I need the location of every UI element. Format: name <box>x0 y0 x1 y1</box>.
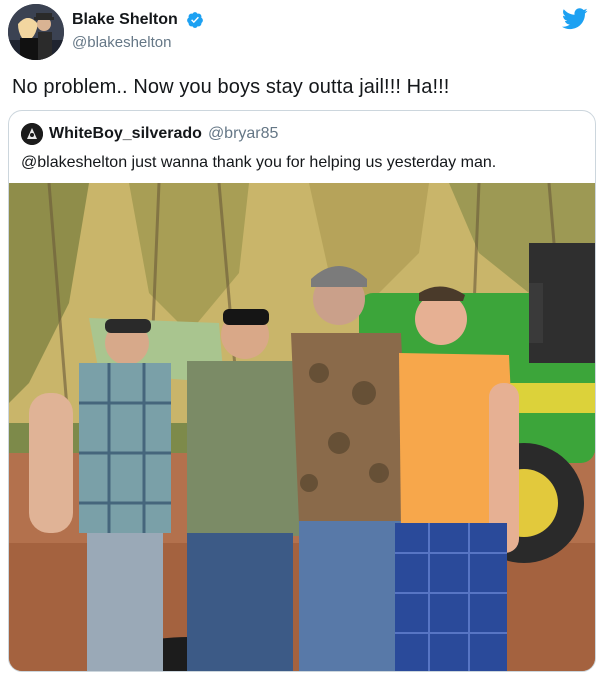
quoted-author-handle[interactable]: @bryar85 <box>208 125 279 143</box>
author-display-name[interactable]: Blake Shelton <box>72 10 178 30</box>
group-photo <box>9 183 595 671</box>
quoted-tweet-photo[interactable] <box>9 183 595 671</box>
author-avatar[interactable] <box>8 4 64 60</box>
person-2 <box>187 309 303 671</box>
quoted-tweet-header: WhiteBoy_silverado @bryar85 <box>21 123 278 145</box>
quoted-tweet-text: @blakeshelton just wanna thank you for h… <box>21 154 497 171</box>
verified-badge-icon <box>187 12 204 28</box>
quoted-author-avatar[interactable] <box>21 123 43 145</box>
quoted-author-name[interactable]: WhiteBoy_silverado <box>49 125 202 143</box>
twitter-bird-icon[interactable] <box>562 8 588 30</box>
author-info: Blake Shelton @blakeshelton <box>72 10 204 53</box>
quoted-tweet[interactable]: WhiteBoy_silverado @bryar85 @blakeshelto… <box>8 110 596 672</box>
author-handle[interactable]: @blakeshelton <box>72 33 204 53</box>
tweet-text: No problem.. Now you boys stay outta jai… <box>12 76 450 98</box>
tweet-card: Blake Shelton @blakeshelton No problem..… <box>0 0 600 675</box>
